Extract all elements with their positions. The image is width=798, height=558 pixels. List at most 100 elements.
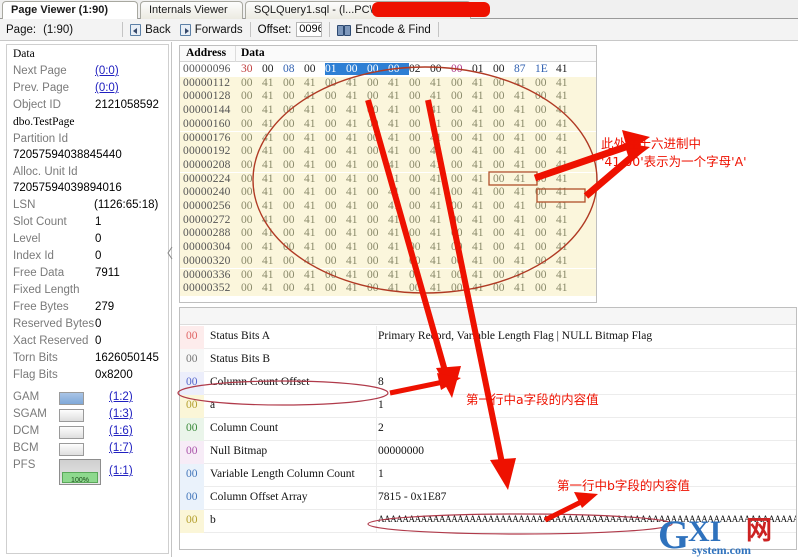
hex-byte: 00 [535, 90, 547, 103]
hex-row[interactable]: 00000352 00 41 00 41 00 41 00 41 00 41 00 41 00 41 00 41 [180, 282, 596, 296]
hex-byte: 41 [472, 282, 484, 295]
sidebar-map-link[interactable]: (1:6) [109, 425, 133, 437]
hex-byte: 41 [514, 241, 526, 254]
detail-column-divider [376, 510, 377, 533]
sidebar-link[interactable]: (0:0) [95, 65, 119, 77]
hex-byte: 41 [514, 117, 526, 130]
hex-byte: 41 [262, 186, 274, 199]
hex-cells: 00 41 00 41 00 41 00 41 00 41 00 41 00 41 00 41 [241, 173, 577, 185]
hex-byte: 00 [325, 241, 337, 254]
hex-byte: 00 [367, 213, 379, 226]
sidebar-scroll-handle[interactable] [166, 246, 175, 260]
hex-row[interactable]: 00000192 00 41 00 41 00 41 00 41 00 41 00 41 00 41 00 41 [180, 145, 596, 159]
hex-byte: 00 [241, 90, 253, 103]
sidebar-map-link[interactable]: (1:7) [109, 442, 133, 454]
hex-byte: 41 [346, 282, 358, 295]
tab-page-viewer-label: Page Viewer (1:90) [11, 4, 109, 16]
sidebar-value: 1626050145 [95, 352, 159, 364]
forwards-button[interactable]: Forwards [179, 23, 243, 36]
detail-row[interactable]: 00 Status Bits A Primary Record, Variable … [180, 326, 796, 349]
tab-strip: Page Viewer (1:90) Internals Viewer SQLQ… [0, 0, 798, 19]
detail-row[interactable]: 00 Column Count 2 [180, 418, 796, 441]
sidebar-value: (1126:65:18) [94, 199, 159, 211]
hex-byte: 41 [514, 268, 526, 281]
hex-cells: 00 41 00 41 00 41 00 41 00 41 00 41 00 41 00 41 [241, 145, 577, 157]
hex-address: 00000352 [183, 282, 231, 295]
sidebar-label: LSN [13, 199, 36, 211]
hex-cells: 00 41 00 41 00 41 00 41 00 41 00 41 00 41 00 41 [241, 241, 577, 253]
hex-row[interactable]: 00000272 00 41 00 41 00 41 00 41 00 41 00 41 00 41 00 41 [180, 213, 596, 228]
detail-column-divider [376, 349, 377, 372]
hex-row[interactable]: 00000336 00 41 00 41 00 41 00 41 00 41 00 41 00 41 00 41 [180, 268, 596, 282]
hex-row[interactable]: 00000240 00 41 00 41 00 41 00 41 00 41 00 41 00 41 00 41 [180, 186, 596, 200]
detail-row[interactable]: 00 Null Bitmap 00000000 [180, 441, 796, 464]
hex-byte: 00 [283, 213, 295, 226]
hex-byte: 00 [283, 227, 295, 240]
hex-byte: 00 [283, 268, 295, 281]
hex-row[interactable]: 00000256 00 41 00 41 00 41 00 41 00 41 00 41 00 41 00 41 [180, 200, 596, 214]
hex-row[interactable]: 00000288 00 41 00 41 00 41 00 41 00 41 00 41 00 41 00 41 [180, 227, 596, 241]
tab-internals-viewer[interactable]: Internals Viewer [140, 1, 243, 19]
watermark-g: G [658, 512, 690, 557]
hex-byte: 41 [430, 186, 442, 199]
back-button[interactable]: Back [130, 23, 171, 36]
toolbar-divider-3 [329, 22, 331, 37]
hex-byte: 41 [262, 158, 274, 171]
map-swatch [59, 426, 84, 439]
hex-row[interactable]: 00000224 00 41 00 41 00 41 00 41 00 41 00 41 00 41 00 41 [180, 172, 596, 187]
sidebar-field-reserved-bytes: Reserved Bytes 0 [7, 318, 170, 335]
map-swatch [59, 392, 84, 405]
detail-row-marker: 00 [186, 330, 198, 342]
detail-row[interactable]: 00 Status Bits B [180, 349, 796, 372]
hex-byte: 41 [556, 104, 568, 117]
hex-row[interactable]: 00000144 00 41 00 41 00 41 00 41 00 41 00 41 00 41 00 41 [180, 104, 596, 118]
hex-byte: 41 [388, 131, 400, 144]
hex-row[interactable]: 00000320 00 41 00 41 00 41 00 41 00 41 00 41 00 41 00 41 [180, 254, 596, 269]
page-properties-sidebar: Data Next Page (0:0) Prev. Page (0:0) Object … [0, 42, 172, 557]
tab-page-viewer[interactable]: Page Viewer (1:90) [2, 1, 138, 19]
hex-cells: 00 41 00 41 00 41 00 41 00 41 00 41 00 41 00 41 [241, 118, 577, 130]
sidebar-value: 0 [95, 318, 102, 330]
hex-row[interactable]: 00000304 00 41 00 41 00 41 00 41 00 41 00 41 00 41 00 41 [180, 241, 596, 255]
sidebar-value: 0x8200 [95, 369, 133, 381]
hex-byte: 41 [262, 282, 274, 295]
hex-row[interactable]: 00000096 30 00 08 00 01 00 00 00 02 00 00 01 00 87 1E 41 [180, 63, 596, 77]
hex-cells: 00 41 00 41 00 41 00 41 00 41 00 41 00 41 00 41 [241, 200, 577, 212]
sidebar-link[interactable]: (0:0) [95, 82, 119, 94]
hex-row[interactable]: 00000112 00 41 00 41 00 41 00 41 00 41 00 41 00 41 00 41 [180, 76, 596, 91]
sidebar-label: Prev. Page [13, 82, 70, 94]
toolbar-divider-4 [437, 22, 439, 37]
hex-byte: 00 [241, 172, 253, 185]
encode-find-button[interactable]: Encode & Find [337, 24, 431, 36]
offset-input[interactable]: 0096 [296, 22, 323, 37]
hex-byte: 00 [493, 145, 505, 158]
hex-dump-panel[interactable]: Address Data 00000096 30 00 08 00 01 00 00 00 02 0… [179, 45, 597, 303]
hex-byte: 00 [451, 241, 463, 254]
detail-row-marker: 00 [186, 514, 198, 526]
sidebar-map-link[interactable]: (1:2) [109, 391, 133, 403]
hex-row[interactable]: 00000128 00 41 00 41 00 41 00 41 00 41 00 41 00 41 00 41 [180, 90, 596, 104]
hex-address: 00000304 [183, 241, 231, 254]
hex-row[interactable]: 00000176 00 41 00 41 00 41 00 41 00 41 00 41 00 41 00 41 [180, 131, 596, 145]
hex-byte: 00 [409, 117, 421, 130]
hex-byte: 41 [346, 241, 358, 254]
hex-row[interactable]: 00000208 00 41 00 41 00 41 00 41 00 41 00 41 00 41 00 41 [180, 158, 596, 173]
detail-row[interactable]: 00 Column Offset Array 7815 - 0x1E87 [180, 487, 796, 510]
hex-byte: 41 [514, 131, 526, 144]
back-icon [130, 23, 142, 36]
hex-byte: 41 [556, 145, 568, 158]
hex-byte: 41 [430, 268, 442, 281]
hex-byte: 41 [514, 227, 526, 240]
hex-byte: 08 [283, 63, 295, 75]
hex-byte: 41 [262, 131, 274, 144]
hex-byte: 41 [388, 117, 400, 130]
hex-byte: 00 [367, 145, 379, 158]
hex-byte: 41 [262, 172, 274, 185]
hex-byte: 41 [304, 131, 316, 144]
hex-byte: 41 [262, 227, 274, 240]
sidebar-map-link[interactable]: (1:1) [109, 465, 133, 477]
sidebar-map-link[interactable]: (1:3) [109, 408, 133, 420]
detail-row[interactable]: 00 Variable Length Column Count 1 [180, 464, 796, 487]
hex-byte: 41 [262, 254, 274, 267]
hex-row[interactable]: 00000160 00 41 00 41 00 41 00 41 00 41 00 41 00 41 00 41 [180, 117, 596, 132]
